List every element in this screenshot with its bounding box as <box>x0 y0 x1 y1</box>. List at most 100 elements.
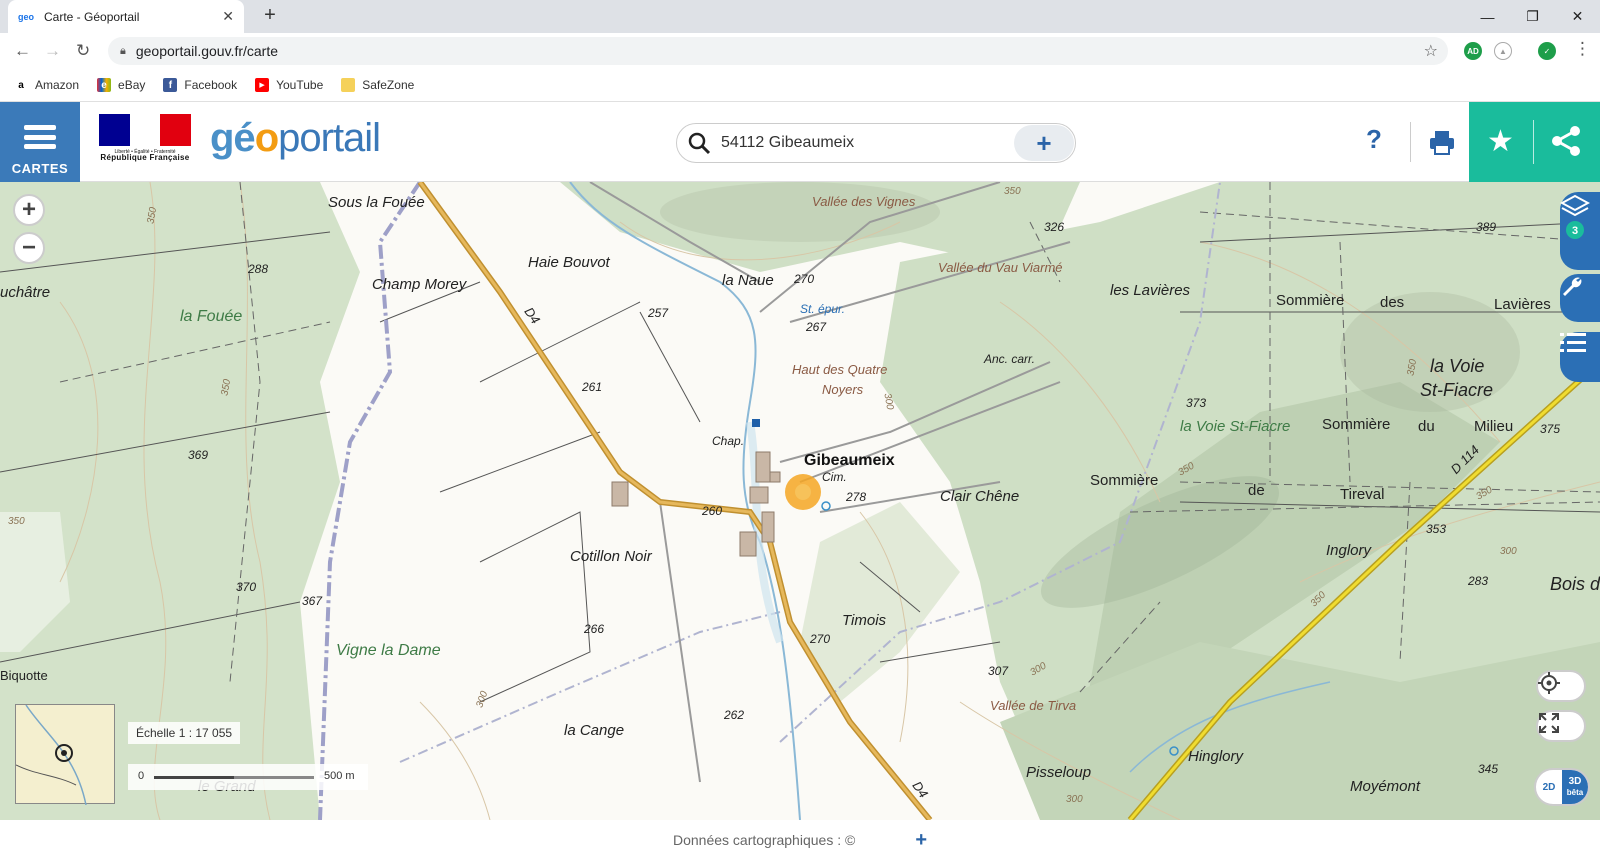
wrench-icon <box>1563 277 1582 296</box>
geoportail-logo[interactable]: géoportail <box>210 116 381 161</box>
share-icon[interactable] <box>1549 124 1583 158</box>
map-label: Inglory <box>1326 542 1372 559</box>
altitude-label: 326 <box>1044 220 1065 234</box>
contour-label: 350 <box>8 516 25 527</box>
browser-menu-icon[interactable]: ⋮ <box>1574 39 1591 59</box>
altitude-label: 267 <box>806 320 827 334</box>
close-tab-icon[interactable]: ✕ <box>222 8 234 25</box>
search-box[interactable]: 54112 Gibeaumeix + <box>676 123 1076 163</box>
contour-label: 350 <box>1004 186 1021 197</box>
scale-text: Échelle 1 : 17 055 <box>128 722 241 744</box>
map-label: de <box>1248 482 1265 499</box>
marianne-flag-icon <box>99 114 192 146</box>
bookmark-facebook[interactable]: f Facebook <box>163 78 237 92</box>
favorites-star-icon[interactable]: ★ <box>1487 124 1514 159</box>
bookmarks-bar: a Amazon e eBay f Facebook ▶ YouTube Saf… <box>0 69 1600 102</box>
view-3d-button[interactable]: 3D bêta <box>1562 770 1588 804</box>
altitude-label: 389 <box>1476 220 1497 234</box>
credits-expand-button[interactable]: + <box>915 829 927 852</box>
map-canvas[interactable]: Sous la Fouée Haie Bouvot Champ Morey la… <box>0 182 1600 820</box>
panel-divider <box>1533 120 1534 164</box>
map-label: la Naue <box>722 272 774 289</box>
geolocate-button[interactable] <box>1536 670 1586 702</box>
address-bar[interactable]: 🔒︎ geoportail.gouv.fr/carte ☆ <box>108 37 1448 65</box>
map-label: la Voie <box>1430 356 1485 376</box>
view-2d-button[interactable]: 2D <box>1536 782 1562 793</box>
geoportail-favicon-icon: geo <box>18 11 35 22</box>
republique-francaise-logo[interactable]: Liberté • Égalité • Fraternité Républiqu… <box>99 114 192 172</box>
help-icon[interactable]: ? <box>1366 124 1382 155</box>
altitude-label: 270 <box>810 632 831 646</box>
legend-list-button[interactable] <box>1560 332 1600 382</box>
rf-name: République Française <box>100 153 190 162</box>
search-icon[interactable] <box>687 131 711 155</box>
list-icon <box>1560 333 1586 352</box>
altitude-label: 307 <box>988 664 1009 678</box>
cartes-menu-button[interactable]: CARTES <box>0 102 80 182</box>
logo-part-o: o <box>254 116 279 160</box>
map-label: les Lavières <box>1110 282 1191 299</box>
tools-button[interactable] <box>1560 274 1600 322</box>
altitude-label: 262 <box>724 708 745 722</box>
back-icon[interactable]: ← <box>14 41 31 61</box>
adblock-extension-icon[interactable]: AD <box>1464 42 1482 60</box>
map-label: Lavières <box>1494 296 1551 313</box>
altitude-label: 370 <box>236 580 257 594</box>
bookmark-label: Amazon <box>35 78 80 92</box>
altitude-label: 270 <box>794 272 815 286</box>
drive-extension-icon[interactable]: ▲ <box>1494 42 1512 60</box>
bookmark-safezone[interactable]: SafeZone <box>341 78 414 92</box>
view-3d-beta: bêta <box>1566 788 1584 797</box>
altitude-label: 278 <box>846 490 867 504</box>
reload-icon[interactable]: ↻ <box>76 41 90 61</box>
map-label: Chap. <box>712 434 745 448</box>
ebay-icon: e <box>97 78 112 92</box>
bookmark-label: YouTube <box>276 78 324 92</box>
restore-icon[interactable]: ❐ <box>1510 0 1555 33</box>
map-label: Biquotte <box>0 668 48 683</box>
contour-label: 300 <box>1500 546 1517 557</box>
altitude-label: 353 <box>1426 522 1447 536</box>
view-3d-label: 3D <box>1568 776 1582 787</box>
altitude-label: 373 <box>1186 396 1207 410</box>
header-divider <box>1410 122 1411 162</box>
window-controls: — ❐ ✕ <box>1465 0 1600 33</box>
altitude-label: 345 <box>1478 762 1499 776</box>
new-tab-button[interactable]: + <box>258 4 282 27</box>
map-label: des <box>1380 294 1405 311</box>
zoom-out-button[interactable]: − <box>13 232 45 264</box>
advanced-search-plus-button[interactable]: + <box>1014 125 1074 161</box>
search-input[interactable]: 54112 Gibeaumeix <box>721 134 1014 152</box>
bookmark-star-icon[interactable]: ☆ <box>1424 41 1438 61</box>
map-label: du <box>1418 418 1435 435</box>
zoom-in-button[interactable]: + <box>13 194 45 226</box>
overview-minimap[interactable] <box>15 704 115 805</box>
minimap-content <box>16 705 87 805</box>
map-label: Tireval <box>1340 486 1385 503</box>
altitude-label: 369 <box>188 448 209 462</box>
map-label: St-Fiacre <box>1420 380 1494 400</box>
bookmark-label: eBay <box>118 78 146 92</box>
browser-tab[interactable]: geo Carte - Géoportail ✕ <box>8 0 244 33</box>
forward-icon[interactable]: → <box>44 41 61 61</box>
bookmark-amazon[interactable]: a Amazon <box>14 78 79 92</box>
map-label: Sommière <box>1090 472 1159 489</box>
shield-extension-icon[interactable]: ✓ <box>1538 42 1556 60</box>
minimize-icon[interactable]: — <box>1465 0 1510 33</box>
bookmark-youtube[interactable]: ▶ YouTube <box>255 78 323 92</box>
logo-part-portail: portail <box>278 116 381 160</box>
lock-icon: 🔒︎ <box>120 44 126 57</box>
folder-icon <box>341 78 356 92</box>
altitude-label: 288 <box>248 262 269 276</box>
print-icon[interactable] <box>1428 128 1456 156</box>
layers-button[interactable]: 3 <box>1560 192 1600 270</box>
fullscreen-button[interactable] <box>1536 710 1586 742</box>
contour-label: 300 <box>1066 794 1083 805</box>
favorites-share-panel: ★ <box>1469 102 1600 182</box>
fullscreen-icon <box>1539 713 1559 733</box>
bookmark-ebay[interactable]: e eBay <box>97 78 145 92</box>
view-mode-toggle[interactable]: 2D 3D bêta <box>1534 768 1590 806</box>
close-window-icon[interactable]: ✕ <box>1555 0 1600 33</box>
map-label: Vallée des Vignes <box>812 194 916 209</box>
map-label: Sous la Fouée <box>328 194 425 211</box>
